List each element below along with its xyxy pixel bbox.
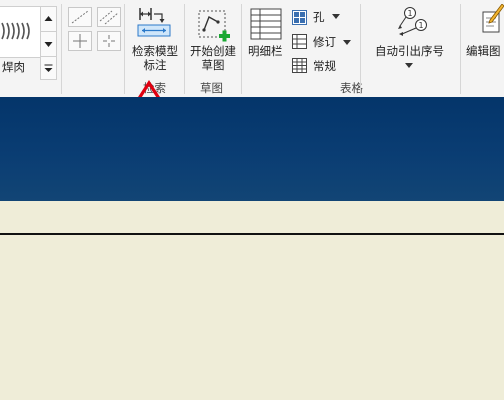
center-mark-button[interactable] [68, 31, 92, 51]
retrieve-dimension-icon [137, 8, 171, 37]
hole-dropdown-arrow[interactable] [332, 14, 340, 20]
revision-table-item[interactable]: 修订 [313, 35, 336, 49]
parts-list-icon [250, 8, 282, 40]
hole-table-icon [292, 10, 307, 25]
gallery-scroll-up[interactable] [40, 6, 57, 32]
sketch-group-label: 草图 [200, 81, 223, 95]
weld-bead-icon [1, 22, 30, 40]
edit-drawing-label[interactable]: 编辑图 [466, 44, 501, 58]
start-sketch-label[interactable]: 开始创建 草图 [186, 44, 240, 72]
gallery-more[interactable] [40, 56, 57, 80]
hatch-double-icon [99, 10, 119, 25]
retrieve-annotation-label[interactable]: 检索模型 标注 [127, 44, 183, 72]
svg-text:1: 1 [418, 21, 423, 30]
weld-gallery[interactable] [0, 6, 41, 58]
hatch-double-button[interactable] [97, 7, 121, 27]
crosshair-icon [73, 34, 87, 48]
general-table-icon [292, 58, 307, 73]
drawing-border-line [0, 233, 504, 235]
hatch-single-icon [71, 10, 89, 24]
drawing-canvas[interactable] [0, 201, 504, 400]
ribbon-toolbar: 焊肉 检索模型 标注 检索 开始创建 草图 草图 明细栏 孔 修订 常规 表格 … [0, 0, 504, 133]
auto-balloon-label[interactable]: 自动引出序号 [375, 44, 444, 58]
bolt-circle-icon [103, 35, 115, 47]
general-table-item[interactable]: 常规 [313, 59, 336, 73]
balloon-icon: 1 1 [398, 7, 427, 36]
hatch-single-button[interactable] [68, 7, 92, 27]
detail-list-label[interactable]: 明细栏 [248, 44, 283, 58]
revision-table-icon [292, 34, 307, 49]
edit-drawing-icon [482, 4, 504, 33]
window-title-band [0, 97, 504, 201]
svg-text:1: 1 [407, 9, 412, 18]
revision-dropdown-arrow[interactable] [343, 40, 351, 46]
auto-balloon-dropdown-arrow[interactable] [405, 63, 413, 69]
bolt-circle-button[interactable] [97, 31, 121, 51]
sketch-icon [198, 10, 230, 42]
hole-table-item[interactable]: 孔 [313, 10, 325, 24]
gallery-scroll-down[interactable] [40, 31, 57, 57]
weld-label[interactable]: 焊肉 [2, 60, 25, 74]
